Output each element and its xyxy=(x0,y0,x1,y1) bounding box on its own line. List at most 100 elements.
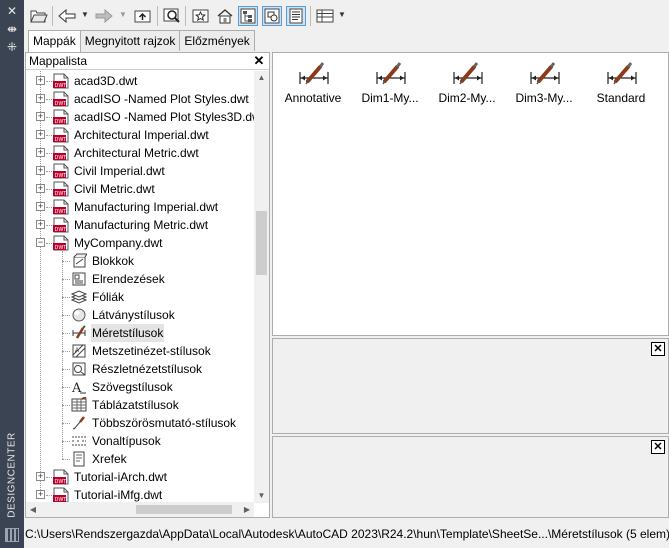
tree-node-label: Architectural Metric.dwt xyxy=(74,146,199,160)
forward-arrow-icon xyxy=(95,9,113,23)
tree-node-category[interactable]: Méretstílusok xyxy=(26,324,254,342)
dimension-style-item[interactable]: Dim1-My... xyxy=(352,61,428,111)
tree-node-file[interactable]: + DWT Tutorial-iMfg.dwt xyxy=(26,486,254,503)
expand-icon[interactable]: + xyxy=(36,220,45,229)
tree-node-label: Tutorial-iArch.dwt xyxy=(74,470,167,484)
scroll-down-icon[interactable]: ▼ xyxy=(254,489,269,503)
tree-node-file[interactable]: + DWT Civil Imperial.dwt xyxy=(26,162,254,180)
tree-node-label: Metszetinézet-stílusok xyxy=(92,344,211,358)
tree-node-file[interactable]: + DWT Architectural Imperial.dwt xyxy=(26,126,254,144)
tree-node-file[interactable]: + DWT acadISO -Named Plot Styles3D.dwt xyxy=(26,108,254,126)
tree-close-icon[interactable]: ✕ xyxy=(252,54,266,68)
tree-node-label: Tutorial-iMfg.dwt xyxy=(74,488,163,502)
dwt-badge: DWT xyxy=(55,173,68,179)
dimension-style-item[interactable]: Standard xyxy=(583,61,659,111)
tree-node-category[interactable]: Vonaltípusok xyxy=(26,432,254,450)
scroll-left-icon[interactable]: ◀ xyxy=(26,502,40,517)
home-button[interactable] xyxy=(215,6,235,26)
preview-toggle-button[interactable] xyxy=(262,6,282,26)
tab-history[interactable]: Előzmények xyxy=(179,30,255,51)
expand-icon[interactable]: + xyxy=(36,472,45,481)
expand-icon[interactable]: + xyxy=(36,490,45,499)
expand-icon[interactable]: + xyxy=(36,148,45,157)
expand-icon[interactable]: + xyxy=(36,130,45,139)
favorites-icon xyxy=(192,9,209,23)
tree-node-category[interactable]: Blokkok xyxy=(26,252,254,270)
tree-horizontal-scrollbar[interactable]: ◀ ▶ xyxy=(26,502,254,517)
expand-icon[interactable]: + xyxy=(36,184,45,193)
views-dropdown-icon[interactable]: ▼ xyxy=(338,10,346,19)
favorites-button[interactable] xyxy=(191,6,211,26)
tree-node-category[interactable]: A Metszetinézet-stílusok xyxy=(26,342,254,360)
dimension-styles-icon xyxy=(72,325,86,339)
tree-node-file[interactable]: + DWT Civil Metric.dwt xyxy=(26,180,254,198)
tree-node-file[interactable]: + DWT acad3D.dwt xyxy=(26,72,254,90)
open-folder-icon xyxy=(30,10,48,23)
dimension-style-item[interactable]: Dim3-My... xyxy=(506,61,582,111)
tree-node-file[interactable]: + DWT Manufacturing Imperial.dwt xyxy=(26,198,254,216)
dwt-file-icon: DWT xyxy=(53,217,69,233)
views-button[interactable] xyxy=(315,6,335,26)
tree-node-label: Szövegstílusok xyxy=(92,380,173,394)
tab-open-drawings[interactable]: Megnyitott rajzok xyxy=(79,30,181,51)
scroll-up-icon[interactable]: ▲ xyxy=(254,71,269,85)
text-styles-icon: A xyxy=(71,381,86,395)
description-close-icon[interactable]: ✕ xyxy=(651,440,665,454)
scroll-thumb[interactable] xyxy=(256,211,267,275)
tree-node-file[interactable]: + DWT acadISO -Named Plot Styles.dwt xyxy=(26,90,254,108)
up-button[interactable] xyxy=(133,6,153,26)
palette-title: DESIGNCENTER xyxy=(6,432,18,518)
forward-dropdown-icon[interactable]: ▼ xyxy=(119,10,127,19)
dimension-style-item[interactable]: Dim2-My... xyxy=(429,61,505,111)
tree-vertical-scrollbar[interactable]: ▲ ▼ xyxy=(254,71,269,503)
forward-button[interactable] xyxy=(94,6,114,26)
content-area: Annotative Dim1-My... Dim2-My... Dim3-My...… xyxy=(272,52,669,336)
load-button[interactable] xyxy=(29,6,49,26)
palette-menu-icon[interactable] xyxy=(5,528,19,542)
tree-node-category[interactable]: Részletnézetstílusok xyxy=(26,360,254,378)
dwt-badge: DWT xyxy=(55,191,68,197)
search-icon xyxy=(163,8,180,23)
tree-node-category[interactable]: A Szövegstílusok xyxy=(26,378,254,396)
palette-title-bar[interactable]: ✕ ⇼ ⁜ DESIGNCENTER xyxy=(0,0,24,548)
tree-node-category[interactable]: Fóliák xyxy=(26,288,254,306)
tree-node-category[interactable]: Táblázatstílusok xyxy=(26,396,254,414)
tree-node-category[interactable]: Elrendezések xyxy=(26,270,254,288)
tree-view-toggle-button[interactable] xyxy=(238,6,258,26)
tree-node-file[interactable]: + DWT Architectural Metric.dwt xyxy=(26,144,254,162)
toolbar: ▼ ▼ ▼ xyxy=(24,0,669,30)
tree-node-label: Méretstílusok xyxy=(91,324,165,342)
tree-node-file[interactable]: + DWT Manufacturing Metric.dwt xyxy=(26,216,254,234)
dimension-style-item[interactable]: Annotative xyxy=(275,61,351,111)
palette-autohide-icon[interactable]: ⇼ xyxy=(4,22,20,36)
scroll-right-icon[interactable]: ▶ xyxy=(240,502,254,517)
tab-folders[interactable]: Mappák xyxy=(28,30,81,52)
expand-icon[interactable]: + xyxy=(36,112,45,121)
tree-node-category[interactable]: Látványstílusok xyxy=(26,306,254,324)
scroll-thumb[interactable] xyxy=(136,505,232,514)
tree-node-file[interactable]: + DWT Tutorial-iArch.dwt xyxy=(26,468,254,486)
up-folder-icon xyxy=(134,10,151,23)
expand-icon[interactable]: + xyxy=(36,166,45,175)
dimension-style-icon xyxy=(530,62,560,85)
description-toggle-button[interactable] xyxy=(286,6,306,26)
palette-properties-icon[interactable]: ⁜ xyxy=(4,40,20,54)
dwt-badge: DWT xyxy=(55,227,68,233)
tree-node-label: acad3D.dwt xyxy=(74,74,138,88)
expand-icon[interactable]: + xyxy=(36,94,45,103)
back-dropdown-icon[interactable]: ▼ xyxy=(81,10,89,19)
collapse-icon[interactable]: − xyxy=(36,238,45,247)
search-button[interactable] xyxy=(162,6,182,26)
palette-close-icon[interactable]: ✕ xyxy=(4,4,20,18)
tree-node-file[interactable]: − DWT MyCompany.dwt xyxy=(26,234,254,252)
preview-close-icon[interactable]: ✕ xyxy=(651,342,665,356)
tree-node-category[interactable]: Xrefek xyxy=(26,450,254,468)
expand-icon[interactable]: + xyxy=(36,202,45,211)
back-button[interactable] xyxy=(57,6,77,26)
dwt-file-icon: DWT xyxy=(53,469,69,485)
expand-icon[interactable]: + xyxy=(36,76,45,85)
dwt-file-icon: DWT xyxy=(53,199,69,215)
tree-header-title: Mappalista xyxy=(29,54,88,68)
tree-node-category[interactable]: Többszörösmutató-stílusok xyxy=(26,414,254,432)
dwt-badge: DWT xyxy=(55,245,68,251)
